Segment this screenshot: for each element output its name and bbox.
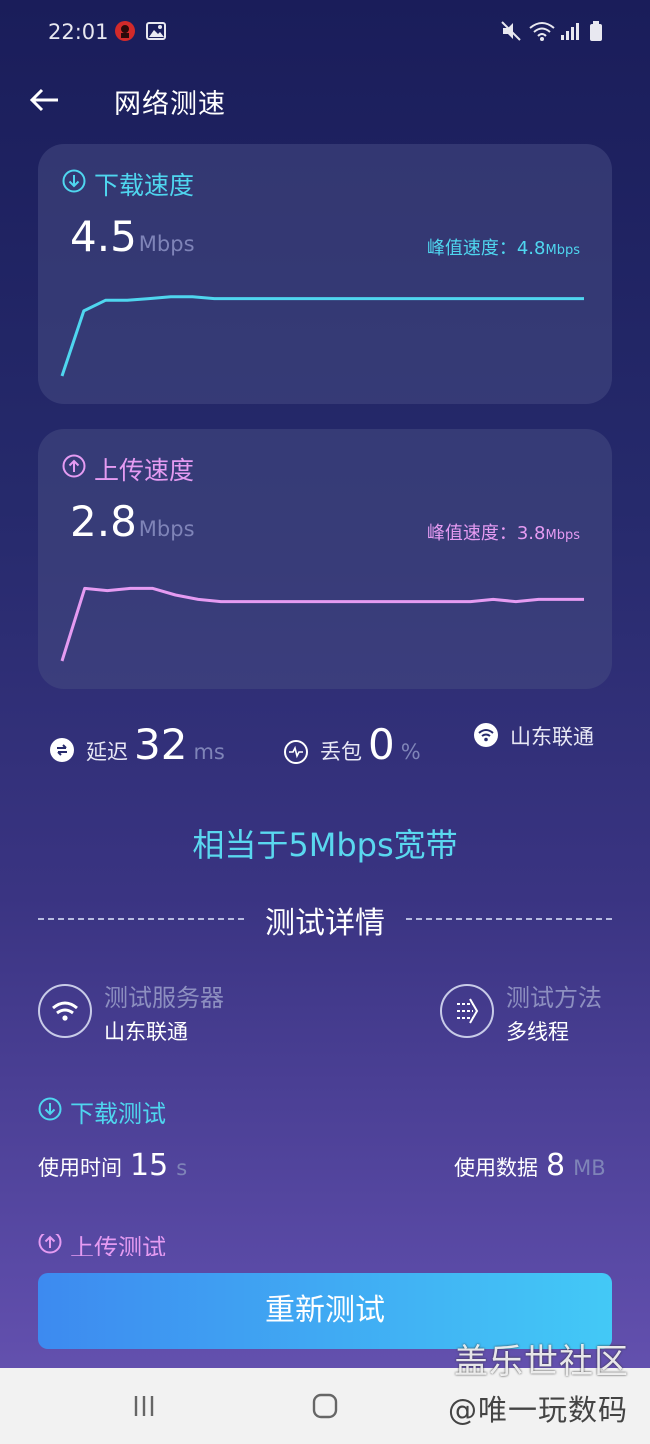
method-label: 测试方法 <box>506 984 602 1012</box>
upload-test-title: 上传测试 <box>70 1234 166 1256</box>
stats-row: 延迟 32 ms 丢包 0 % 山东联通 <box>0 720 650 790</box>
time-used-label: 使用时间 <box>38 1156 122 1180</box>
time-used-value: 15 <box>130 1148 169 1183</box>
divider-left <box>38 918 244 920</box>
upload-test-icon <box>38 1234 62 1256</box>
watermark-line1: 盖乐世社区 <box>454 1342 629 1382</box>
multithread-icon <box>440 984 494 1038</box>
upload-speed-line <box>60 586 584 662</box>
download-test-header: 下载测试 <box>38 1094 166 1129</box>
isp-wifi-icon <box>474 723 498 747</box>
download-speed-value: 4.5 <box>70 212 137 261</box>
upload-speed: 2.8Mbps <box>70 497 195 546</box>
download-speed-card: 下载速度 4.5Mbps 峰值速度：4.8Mbps <box>38 144 612 404</box>
test-server-info: 测试服务器 山东联通 <box>38 978 288 1048</box>
bandwidth-equivalent: 相当于5Mbps宽带 <box>192 826 458 864</box>
upload-speed-value: 2.8 <box>70 497 137 546</box>
download-card-title: 下载速度 <box>94 171 195 200</box>
isp-name: 山东联通 <box>510 725 594 749</box>
divider-right <box>406 918 612 920</box>
server-label: 测试服务器 <box>104 984 224 1012</box>
download-speed-line <box>60 295 584 377</box>
download-test-title: 下载测试 <box>70 1100 166 1128</box>
status-bar: 22:01 <box>0 0 650 64</box>
data-used-label: 使用数据 <box>454 1156 538 1180</box>
page-title: 网络测速 <box>114 89 226 120</box>
test-method-info: 测试方法 多线程 <box>440 978 620 1048</box>
signal-icon <box>560 20 580 46</box>
download-peak-label: 峰值速度：4.8 <box>426 238 546 259</box>
upload-speed-card: 上传速度 2.8Mbps 峰值速度：3.8Mbps <box>38 429 612 689</box>
wifi-status-icon <box>528 20 556 46</box>
data-used-value: 8 <box>546 1148 566 1183</box>
server-value: 山东联通 <box>104 1020 188 1044</box>
download-speed-graph <box>60 295 584 377</box>
details-section-title: 测试详情 <box>265 906 385 941</box>
packet-loss-unit: % <box>400 740 421 764</box>
upload-speed-unit: Mbps <box>138 517 195 541</box>
latency-icon <box>50 738 74 762</box>
details-section-header: 测试详情 <box>0 898 650 942</box>
upload-speed-graph <box>60 586 584 662</box>
time-used: 使用时间 15 s <box>38 1148 187 1183</box>
status-time: 22:01 <box>48 20 109 44</box>
back-arrow-icon[interactable] <box>26 82 66 118</box>
method-value: 多线程 <box>506 1020 569 1044</box>
upload-arrow-icon <box>62 454 86 484</box>
battery-icon <box>589 20 603 46</box>
packet-loss-stat: 丢包 0 % <box>284 720 421 769</box>
download-peak: 峰值速度：4.8Mbps <box>427 234 580 260</box>
watermark-line2: @唯一玩数码 <box>448 1393 629 1427</box>
upload-peak: 峰值速度：3.8Mbps <box>427 519 580 545</box>
server-wifi-icon <box>38 984 92 1038</box>
latency-label: 延迟 <box>86 740 128 764</box>
upload-peak-unit: Mbps <box>545 528 581 543</box>
download-card-header: 下载速度 <box>62 166 194 202</box>
isp-stat: 山东联通 <box>474 720 594 751</box>
download-arrow-icon <box>62 169 86 199</box>
upload-test-header: 上传测试 <box>38 1234 166 1256</box>
upload-card-header: 上传速度 <box>62 451 194 487</box>
upload-card-title: 上传速度 <box>94 456 195 485</box>
latency-value: 32 <box>134 720 188 769</box>
download-speed: 4.5Mbps <box>70 212 195 261</box>
home-icon[interactable] <box>311 1392 339 1424</box>
packet-loss-label: 丢包 <box>320 740 362 764</box>
latency-unit: ms <box>193 740 225 764</box>
app-notification-icon <box>114 20 136 46</box>
download-speed-unit: Mbps <box>138 232 195 256</box>
image-notification-icon <box>145 20 167 46</box>
packet-loss-value: 0 <box>368 720 395 769</box>
latency-stat: 延迟 32 ms <box>50 720 225 769</box>
data-used: 使用数据 8 MB <box>454 1148 606 1183</box>
download-test-icon <box>38 1097 62 1127</box>
download-peak-unit: Mbps <box>545 243 581 258</box>
app-header: 网络测速 <box>0 64 650 136</box>
time-used-unit: s <box>176 1156 188 1180</box>
upload-peak-label: 峰值速度：3.8 <box>426 523 546 544</box>
recent-apps-icon[interactable] <box>130 1392 158 1424</box>
mute-icon <box>500 20 522 46</box>
packet-loss-icon <box>284 740 308 764</box>
data-used-unit: MB <box>573 1156 606 1180</box>
